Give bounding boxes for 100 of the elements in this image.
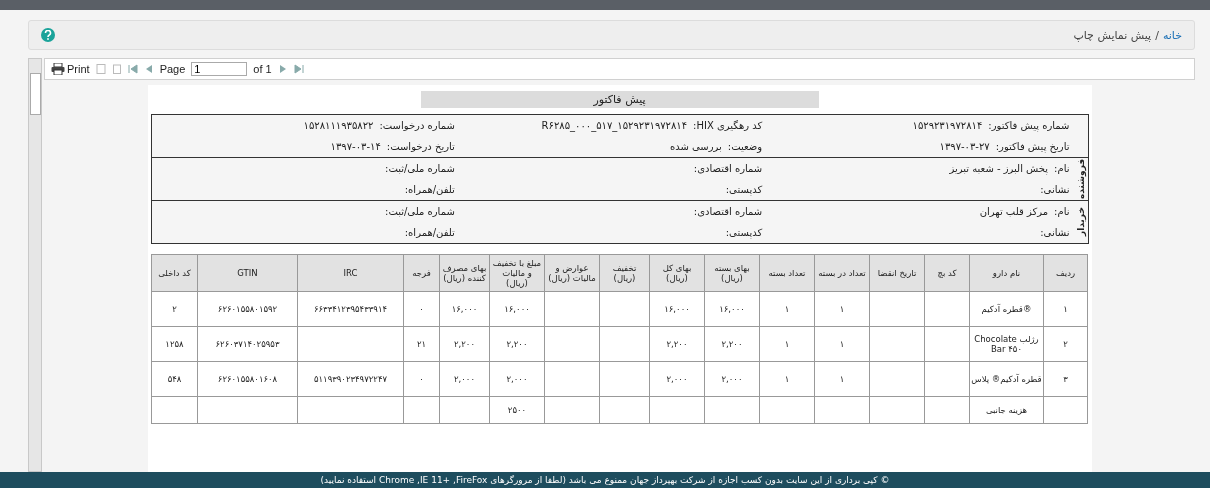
table-cell: ۶۲۶۰۳۷۱۴۰۲۵۹۵۳ [197, 326, 298, 362]
table-cell: ۱۶,۰۰۰ [704, 291, 760, 327]
field-value: ۱۳۹۷-۰۳-۲۷ [939, 141, 990, 152]
table-cell: ۲,۲۰۰ [439, 326, 490, 362]
column-header: تعداد در بسته [814, 254, 870, 292]
table-cell: ۳ [1043, 361, 1088, 397]
field-label: کد رهگیری HIX: [693, 120, 763, 131]
field-label: کدپستی: [725, 184, 763, 195]
column-header: کد بچ [924, 254, 970, 292]
table-cell: ۱ [814, 326, 870, 362]
report-title: پیش فاکتور [420, 91, 819, 108]
field-label: شماره اقتصادی: [693, 206, 763, 217]
home-link[interactable]: خانه [1162, 28, 1182, 42]
table-cell: ۲,۲۰۰ [489, 326, 545, 362]
party-label: فروشنده [1074, 158, 1087, 200]
table-cell: ۱ [814, 361, 870, 397]
table-cell: ۶۲۶۰۱۵۵۸۰۱۶۰۸ [197, 361, 298, 397]
table-cell [814, 396, 870, 424]
column-header: تاریخ انقضا [869, 254, 925, 292]
page-input[interactable]: 1 [191, 62, 248, 76]
field-value: ۱۵۲۸۱۱۱۹۳۵۸۲۲ [303, 120, 374, 131]
field-value: بررسی شده [669, 141, 722, 152]
table-cell: ۰ [403, 361, 440, 397]
column-header: مبلغ با تخفیف و مالیات (ریال) [489, 254, 545, 292]
column-header: GTIN [197, 254, 298, 292]
field-label: کدپستی: [725, 227, 763, 238]
field-label: شماره ملی/ثبت: [385, 206, 455, 217]
field-value: پخش البرز - شعبه تبریز [949, 163, 1049, 174]
column-header: تعداد بسته [759, 254, 815, 292]
help-icon[interactable] [41, 28, 55, 42]
table-cell [649, 396, 705, 424]
column-header: بهای بسته (ریال) [704, 254, 760, 292]
table-cell: ۱۶,۰۰۰ [439, 291, 490, 327]
table-cell [599, 396, 650, 424]
table-cell [599, 361, 650, 397]
table-cell [869, 396, 925, 424]
table-cell [544, 361, 600, 397]
table-cell [924, 326, 970, 362]
field-value: مرکز قلب تهران [979, 206, 1049, 217]
field-label: شماره ملی/ثبت: [385, 163, 455, 174]
field-label: تاریخ پیش فاکتور: [995, 141, 1070, 152]
table-cell [924, 396, 970, 424]
table-cell [544, 326, 600, 362]
column-header: بهای کل (ریال) [649, 254, 705, 292]
table-cell: ۲,۲۰۰ [704, 326, 760, 362]
field-label: نام: [1054, 206, 1070, 217]
first-page-icon [127, 64, 138, 74]
column-header: بهای مصرف کننده (ریال) [439, 254, 490, 292]
field-value: ۱۵۲۹۲۳۱۹۷۲۸۱۴_۵۱۷_۰۰۰_R۶۲۸۵ [541, 120, 688, 131]
print-button[interactable]: Print [51, 63, 90, 75]
column-header: تخفیف (ریال) [599, 254, 650, 292]
table-cell [403, 396, 440, 424]
field-label: شماره پیش فاکتور: [988, 120, 1070, 131]
field-label: وضعیت: [727, 141, 763, 152]
table-cell: ۱ [1043, 291, 1088, 327]
column-header: IRC [297, 254, 404, 292]
table-cell: ۲,۲۰۰ [649, 326, 705, 362]
table-cell [924, 361, 970, 397]
table-cell [869, 361, 925, 397]
table-cell: قطره آدکیم® پلاس [969, 361, 1044, 397]
page-label: Page [159, 63, 186, 75]
breadcrumb-separator: / [1155, 28, 1159, 42]
table-cell [599, 291, 650, 327]
breadcrumb-current: پیش نمایش چاپ [1073, 28, 1152, 42]
table-cell: ۲,۰۰۰ [704, 361, 760, 397]
table-cell: ۲,۰۰۰ [489, 361, 545, 397]
table-cell: ۱۲۵۸ [151, 326, 198, 362]
table-cell: ۱۶,۰۰۰ [649, 291, 705, 327]
table-cell [544, 291, 600, 327]
table-cell [759, 396, 815, 424]
document-icon [95, 64, 106, 74]
table-cell: ۱ [759, 361, 815, 397]
table-cell [151, 396, 198, 424]
table-cell: هزینه جانبی [969, 396, 1044, 424]
field-label: نشانی: [1040, 227, 1070, 238]
table-cell: ۶۲۶۰۱۵۵۸۰۱۵۹۲ [197, 291, 298, 327]
last-page-icon [293, 64, 304, 74]
party-label: خریدار [1074, 206, 1087, 239]
table-cell: ®قطره آدکیم [969, 291, 1044, 327]
field-label: نشانی: [1040, 184, 1070, 195]
table-cell: ۵۱۱۹۳۹۰۲۳۴۹۷۲۲۴۷ [297, 361, 404, 397]
copyright-footer: © کپی برداری از این سایت بدون کسب اجازه از شرکت بهپرداز جهان ممنوع می باشد (لطفا از مرورگرهای Chrome ,IE 11+ ,FireFox استفاده نمایید) [0, 472, 1210, 488]
column-header: نام دارو [969, 254, 1044, 292]
table-cell: ۲۵۰۰ [489, 396, 545, 424]
vertical-scrollbar[interactable] [28, 58, 42, 472]
table-cell: ۲ [151, 291, 198, 327]
table-cell: ۰ [403, 291, 440, 327]
clipboard-icon [111, 64, 122, 74]
printer-icon [51, 63, 65, 75]
table-cell [544, 396, 600, 424]
field-label: تلفن/همراه: [404, 227, 455, 238]
table-cell [924, 291, 970, 327]
table-cell: ۶۶۳۳۴۱۲۳۹۵۴۳۳۹۱۴ [297, 291, 404, 327]
field-label: شماره درخواست: [379, 120, 455, 131]
table-cell [599, 326, 650, 362]
table-cell: ۱۶,۰۰۰ [489, 291, 545, 327]
table-cell: ۲۱ [403, 326, 440, 362]
table-cell: ۱ [814, 291, 870, 327]
table-cell: ۱ [759, 326, 815, 362]
table-cell: رژلب Chocolate Bar ۴۵۰ [969, 326, 1044, 362]
